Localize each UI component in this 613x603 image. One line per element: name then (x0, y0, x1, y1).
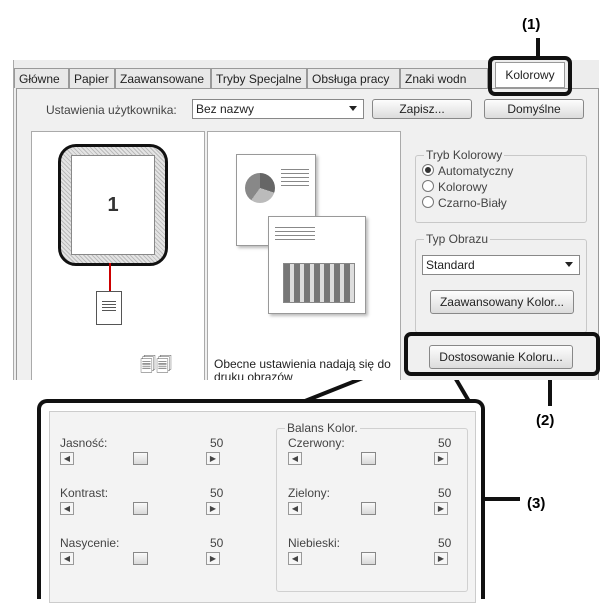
color-mode-group: Tryb Kolorowy Automatyczny Kolorowy Czar… (415, 148, 587, 223)
slider-thumb[interactable] (132, 502, 148, 515)
tab-zaawansowane[interactable]: Zaawansowane (115, 68, 211, 88)
default-button[interactable]: Domyślne (484, 99, 584, 119)
tab-kolorowy[interactable]: Kolorowy (495, 62, 565, 88)
slider-thumb[interactable] (360, 502, 376, 515)
tab-tryby-specjalne[interactable]: Tryby Specjalne (211, 68, 307, 88)
arrow-left-icon[interactable]: ◀ (288, 452, 302, 465)
slider-value: 50 (210, 486, 224, 500)
tab-glowne[interactable]: Główne (14, 68, 69, 88)
slider-track[interactable]: ◀ ▶ (288, 502, 448, 515)
radio-selected-icon (422, 164, 434, 176)
slider-thumb[interactable] (360, 552, 376, 565)
image-type-title: Typ Obrazu (424, 232, 491, 246)
color-adjust-panel: Balans Kolor. Jasność: 50 ◀ ▶ Kontrast: 50 ◀ ▶ N… (37, 399, 485, 603)
slider-label: Niebieski: (288, 536, 341, 550)
sample-page-front (268, 216, 366, 314)
radio-icon (422, 180, 434, 192)
chevron-down-icon (565, 262, 573, 267)
preview-connector (109, 263, 111, 291)
slider-value: 50 (210, 536, 224, 550)
arrow-right-icon[interactable]: ▶ (434, 452, 448, 465)
slider-thumb[interactable] (132, 452, 148, 465)
copies-icon: 🗐🗐 (140, 357, 172, 374)
tab-papier[interactable]: Papier (69, 68, 115, 88)
arrow-right-icon[interactable]: ▶ (206, 502, 220, 515)
tab-znaki-wodne[interactable]: Znaki wodn (400, 68, 488, 88)
arrow-left-icon[interactable]: ◀ (288, 502, 302, 515)
slider-track[interactable]: ◀ ▶ (60, 502, 220, 515)
arrow-left-icon[interactable]: ◀ (60, 502, 74, 515)
radio-automatic[interactable]: Automatyczny (422, 164, 513, 178)
color-adjust-inner: Balans Kolor. Jasność: 50 ◀ ▶ Kontrast: 50 ◀ ▶ N… (49, 411, 476, 603)
arrow-right-icon[interactable]: ▶ (434, 552, 448, 565)
arrow-right-icon[interactable]: ▶ (206, 452, 220, 465)
color-balance-title: Balans Kolor. (285, 421, 360, 435)
document-icon (96, 291, 122, 325)
chevron-down-icon (349, 106, 357, 111)
page-number: 1 (71, 155, 155, 255)
layout-preview: 1 🗐🗐 (31, 131, 205, 380)
arrow-left-icon[interactable]: ◀ (288, 552, 302, 565)
image-preview: Obecne ustawienia nadają się do druku ob… (207, 131, 401, 380)
slider-thumb[interactable] (360, 452, 376, 465)
arrow-left-icon[interactable]: ◀ (60, 452, 74, 465)
slider-value: 50 (438, 436, 452, 450)
slider-track[interactable]: ◀ ▶ (288, 552, 448, 565)
image-type-group: Typ Obrazu Standard Zaawansowany Kolor..… (415, 232, 587, 333)
arrow-right-icon[interactable]: ▶ (206, 552, 220, 565)
slider-label: Jasność: (60, 436, 108, 450)
image-type-select[interactable]: Standard (422, 255, 580, 275)
slider-value: 50 (438, 536, 452, 550)
callout-box-2 (404, 332, 600, 376)
color-mode-title: Tryb Kolorowy (424, 148, 505, 162)
slider-label: Zielony: (288, 486, 331, 500)
advanced-color-button[interactable]: Zaawansowany Kolor... (430, 290, 574, 314)
slider-value: 50 (210, 436, 224, 450)
slider-track[interactable]: ◀ ▶ (60, 452, 220, 465)
user-settings-value: Bez nazwy (196, 102, 255, 116)
user-settings-select[interactable]: Bez nazwy (192, 99, 364, 119)
preview-message: Obecne ustawienia nadają się do druku ob… (214, 357, 391, 381)
radio-icon (422, 196, 434, 208)
slider-label: Nasycenie: (60, 536, 120, 550)
slider-label: Kontrast: (60, 486, 109, 500)
slider-thumb[interactable] (132, 552, 148, 565)
tab-obsluga-pracy[interactable]: Obsługa pracy (307, 68, 400, 88)
radio-color[interactable]: Kolorowy (422, 180, 487, 194)
arrow-right-icon[interactable]: ▶ (434, 502, 448, 515)
slider-track[interactable]: ◀ ▶ (288, 452, 448, 465)
slider-track[interactable]: ◀ ▶ (60, 552, 220, 565)
slider-label: Czerwony: (288, 436, 345, 450)
slider-value: 50 (438, 486, 452, 500)
radio-black-white[interactable]: Czarno-Biały (422, 196, 507, 210)
arrow-left-icon[interactable]: ◀ (60, 552, 74, 565)
page-preview-frame: 1 (58, 144, 168, 266)
save-button[interactable]: Zapisz... (372, 99, 472, 119)
image-type-value: Standard (426, 258, 475, 272)
user-settings-label: Ustawienia użytkownika: (46, 103, 177, 117)
